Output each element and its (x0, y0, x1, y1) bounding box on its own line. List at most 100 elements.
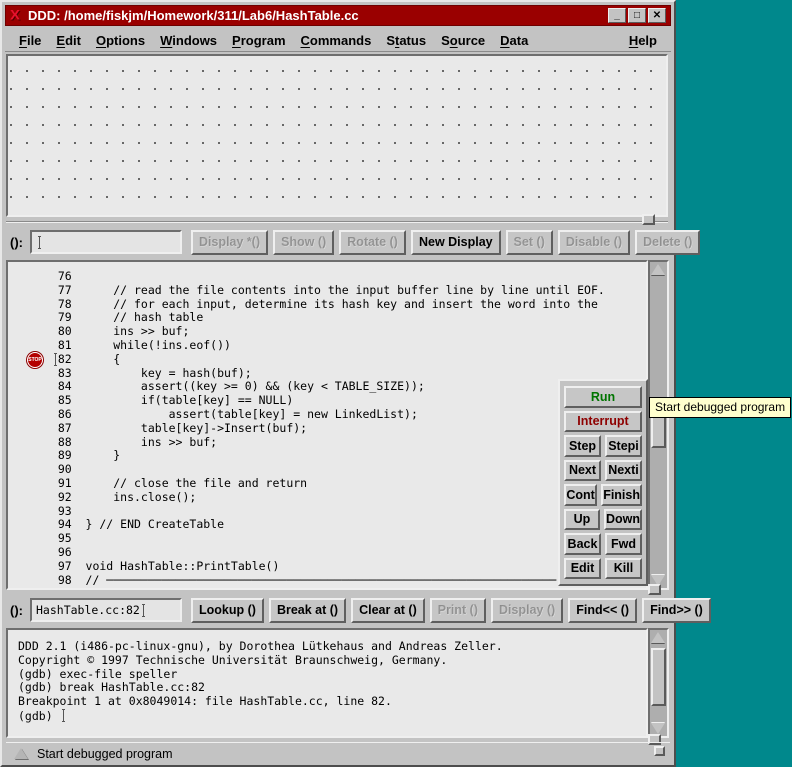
breakpoint-stop-icon[interactable]: STOP (27, 352, 43, 368)
source-line-97[interactable]: 97 void HashTable::PrintTable() (44, 560, 644, 574)
source-button-clear-at[interactable]: Clear at () (351, 598, 425, 623)
kill-button[interactable]: Kill (605, 558, 642, 579)
source-line-82[interactable]: 82 { (44, 353, 644, 367)
source-line-78[interactable]: 78 // for each input, determine its hash… (44, 298, 644, 312)
text-caret (36, 236, 43, 249)
menu-data[interactable]: Data (500, 33, 528, 48)
titlebar[interactable]: X DDD: /home/fiskjm/Homework/311/Lab6/Ha… (5, 5, 671, 26)
display-button-display[interactable]: Display *() (191, 230, 268, 255)
close-button[interactable]: ✕ (648, 8, 666, 23)
source-line-86[interactable]: 86 assert(table[key] = new LinkedList); (44, 408, 644, 422)
source-button-find[interactable]: Find<< () (568, 598, 637, 623)
menu-program[interactable]: Program (232, 33, 285, 48)
console-line: Copyright © 1997 Technische Universität … (18, 654, 644, 668)
source-line-83[interactable]: 83 key = hash(buf); (44, 367, 644, 381)
scroll-up-icon[interactable] (651, 264, 665, 275)
menu-commands[interactable]: Commands (301, 33, 372, 48)
command-row: ContFinish (564, 484, 642, 505)
cont-button[interactable]: Cont (564, 484, 597, 505)
source-button-display[interactable]: Display () (491, 598, 563, 623)
source-line-92[interactable]: 92 ins.close(); (44, 491, 644, 505)
nexti-button[interactable]: Nexti (605, 460, 642, 481)
source-line-76[interactable]: 76 (44, 270, 644, 284)
command-row: NextNexti (564, 460, 642, 481)
statusbar: Start debugged program (6, 742, 670, 764)
scroll-up-icon[interactable] (651, 632, 665, 643)
source-line-84[interactable]: 84 assert((key >= 0) && (key < TABLE_SIZ… (44, 380, 644, 394)
ddd-x-logo-icon: X (10, 8, 20, 23)
console-line: DDD 2.1 (i486-pc-linux-gnu), by Dorothea… (18, 640, 644, 654)
source-line-81[interactable]: 81 while(!ins.eof()) (44, 339, 644, 353)
back-button[interactable]: Back (564, 533, 601, 554)
source-line-85[interactable]: 85 if(table[key] == NULL) (44, 394, 644, 408)
window-title: DDD: /home/fiskjm/Homework/311/Lab6/Hash… (28, 8, 606, 23)
source-line-94[interactable]: 94 } // END CreateTable (44, 518, 644, 532)
source-button-print[interactable]: Print () (430, 598, 486, 623)
interrupt-button[interactable]: Interrupt (564, 411, 642, 433)
status-message: Start debugged program (37, 747, 173, 761)
console-caret (60, 709, 67, 722)
down-button[interactable]: Down (604, 509, 642, 530)
data-display-pane (6, 54, 668, 217)
source-button-lookup[interactable]: Lookup () (191, 598, 264, 623)
fwd-button[interactable]: Fwd (605, 533, 642, 554)
step-button[interactable]: Step (564, 435, 601, 456)
pane-sash-grip[interactable] (642, 214, 655, 225)
gdb-console-pane: DDD 2.1 (i486-pc-linux-gnu), by Dorothea… (6, 628, 648, 738)
menu-source[interactable]: Source (441, 33, 485, 48)
menu-file[interactable]: File (19, 33, 41, 48)
display-button-delete[interactable]: Delete () (635, 230, 700, 255)
source-toolbar: (): HashTable.cc:82 Lookup ()Break at ()… (10, 596, 666, 624)
source-pane: 76 77 // read the file contents into the… (6, 260, 648, 590)
minimize-button[interactable]: _ (608, 8, 626, 23)
console-line: Breakpoint 1 at 0x8049014: file HashTabl… (18, 695, 644, 709)
source-button-find[interactable]: Find>> () (642, 598, 711, 623)
source-line-80[interactable]: 80 ins >> buf; (44, 325, 644, 339)
maximize-button[interactable]: □ (628, 8, 646, 23)
source-line-79[interactable]: 79 // hash table (44, 311, 644, 325)
menu-windows[interactable]: Windows (160, 33, 217, 48)
command-row: StepStepi (564, 435, 642, 456)
console-line: (gdb) exec-file speller (18, 668, 644, 682)
edit-button[interactable]: Edit (564, 558, 601, 579)
pane-sash-grip[interactable] (648, 584, 661, 595)
data-display-canvas[interactable] (10, 58, 664, 213)
up-button[interactable]: Up (564, 509, 600, 530)
status-triangle-icon[interactable] (14, 748, 28, 759)
display-button-rotate[interactable]: Rotate () (339, 230, 406, 255)
menu-help[interactable]: Help (629, 33, 657, 48)
source-line-93[interactable]: 93 (44, 505, 644, 519)
run-button[interactable]: Run (564, 386, 642, 408)
source-line-95[interactable]: 95 (44, 532, 644, 546)
source-line-90[interactable]: 90 (44, 463, 644, 477)
display-button-show[interactable]: Show () (273, 230, 334, 255)
scroll-down-icon[interactable] (651, 723, 665, 734)
source-line-96[interactable]: 96 (44, 546, 644, 560)
source-line-88[interactable]: 88 ins >> buf; (44, 436, 644, 450)
source-line-77[interactable]: 77 // read the file contents into the in… (44, 284, 644, 298)
source-arg-input[interactable]: HashTable.cc:82 (30, 598, 182, 622)
stepi-button[interactable]: Stepi (605, 435, 642, 456)
command-row: UpDown (564, 509, 642, 530)
command-row: EditKill (564, 558, 642, 579)
source-line-87[interactable]: 87 table[key]->Insert(buf); (44, 422, 644, 436)
ddd-main-window: X DDD: /home/fiskjm/Homework/311/Lab6/Ha… (0, 0, 676, 767)
console-scroll-thumb[interactable] (651, 648, 666, 706)
source-code-view[interactable]: 76 77 // read the file contents into the… (10, 264, 644, 586)
display-arg-input[interactable] (30, 230, 182, 254)
display-button-disable[interactable]: Disable () (558, 230, 630, 255)
menu-options[interactable]: Options (96, 33, 145, 48)
menu-status[interactable]: Status (386, 33, 426, 48)
source-line-91[interactable]: 91 // close the file and return (44, 477, 644, 491)
source-line-98[interactable]: 98 // ──────────────────────────────────… (44, 574, 644, 586)
gdb-console[interactable]: DDD 2.1 (i486-pc-linux-gnu), by Dorothea… (10, 632, 644, 734)
source-button-break-at[interactable]: Break at () (269, 598, 346, 623)
next-button[interactable]: Next (564, 460, 601, 481)
finish-button[interactable]: Finish (601, 484, 642, 505)
console-line: (gdb) break HashTable.cc:82 (18, 681, 644, 695)
menubar: File Edit Options Windows Program Commands Sta… (5, 29, 671, 52)
menu-edit[interactable]: Edit (56, 33, 81, 48)
display-button-new-display[interactable]: New Display (411, 230, 501, 255)
source-line-89[interactable]: 89 } (44, 449, 644, 463)
display-button-set[interactable]: Set () (506, 230, 553, 255)
